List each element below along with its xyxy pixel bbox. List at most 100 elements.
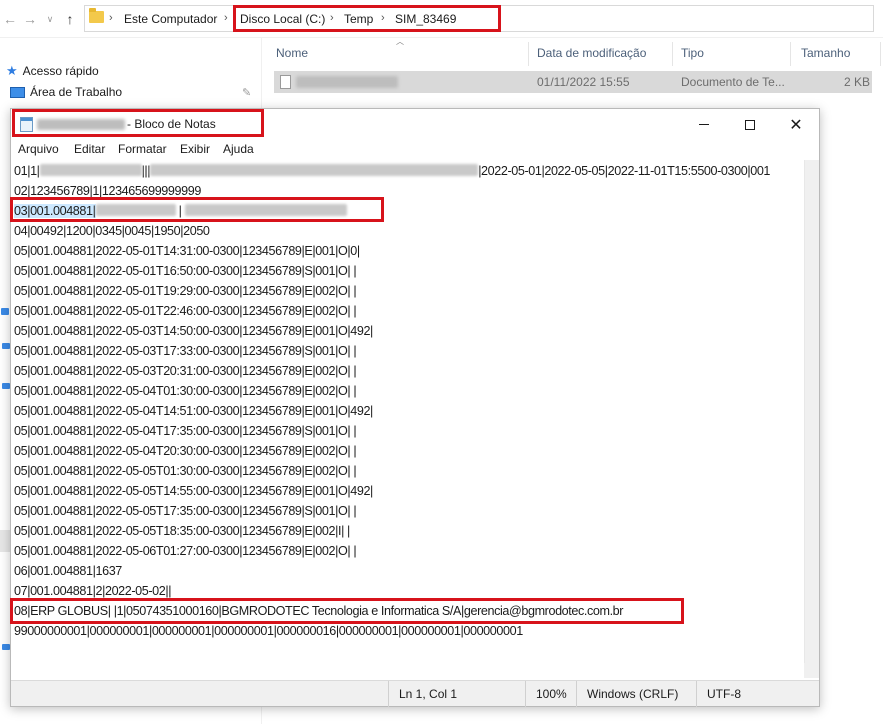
text-line: 03|001.004881| | xyxy=(14,201,347,221)
close-button[interactable]: ✕ xyxy=(773,109,819,140)
menu-arquivo[interactable]: Arquivo xyxy=(18,142,59,156)
menu-formatar[interactable]: Formatar xyxy=(118,142,167,156)
sidebar-item-area-de-trabalho[interactable]: Área de Trabalho xyxy=(10,85,122,99)
text-line: 07|001.004881|2|2022-05-02|| xyxy=(14,584,172,598)
menu-ajuda[interactable]: Ajuda xyxy=(223,142,254,156)
sort-ascending-icon: ︿ xyxy=(396,37,404,46)
text-line: 05|001.004881|2022-05-04T20:30:00-0300|1… xyxy=(14,444,357,458)
desktop-icon xyxy=(10,86,25,98)
address-bar: ← → ∨ ↑ › Este Computador › Disco Local … xyxy=(0,0,883,38)
cloud-icon xyxy=(1,308,9,315)
column-divider[interactable] xyxy=(672,42,673,66)
status-divider xyxy=(388,681,389,707)
up-arrow-icon[interactable]: ↑ xyxy=(62,10,78,28)
column-divider[interactable] xyxy=(880,42,881,66)
line-text: | xyxy=(175,204,185,218)
text-file-icon xyxy=(280,75,291,89)
column-header-tamanho[interactable]: Tamanho xyxy=(801,46,850,60)
breadcrumb-separator-icon[interactable]: › xyxy=(381,10,385,26)
vertical-scrollbar[interactable] xyxy=(804,160,819,664)
recent-chevron-icon[interactable]: ∨ xyxy=(42,10,58,28)
text-line: 99000000001|000000001|000000001|00000000… xyxy=(14,624,523,638)
status-position: Ln 1, Col 1 xyxy=(399,687,458,701)
text-line: 05|001.004881|2022-05-03T17:33:00-0300|1… xyxy=(14,344,357,358)
line-text: 01|1| xyxy=(14,164,40,178)
breadcrumb-sim-folder[interactable]: SIM_83469 xyxy=(395,11,456,27)
column-header-nome[interactable]: Nome xyxy=(276,46,308,60)
text-line: 05|001.004881|2022-05-05T01:30:00-0300|1… xyxy=(14,464,357,478)
redacted-text xyxy=(95,204,176,216)
folder-icon xyxy=(89,8,104,23)
column-divider[interactable] xyxy=(790,42,791,66)
sidebar-item-label: Área de Trabalho xyxy=(30,85,123,99)
text-line: 05|001.004881|2022-05-04T01:30:00-0300|1… xyxy=(14,384,357,398)
file-modified-date: 01/11/2022 15:55 xyxy=(537,75,630,89)
menu-editar[interactable]: Editar xyxy=(74,142,105,156)
redacted-text xyxy=(150,164,479,176)
breadcrumb-separator-icon[interactable]: › xyxy=(224,10,228,26)
file-type: Documento de Te... xyxy=(681,75,785,89)
minimize-button[interactable] xyxy=(681,109,727,140)
text-line: 05|001.004881|2022-05-01T19:29:00-0300|1… xyxy=(14,284,357,298)
menu-exibir[interactable]: Exibir xyxy=(180,142,210,156)
text-line: 05|001.004881|2022-05-06T01:27:00-0300|1… xyxy=(14,544,357,558)
sidebar-item-label: Acesso rápido xyxy=(22,64,99,78)
breadcrumb-separator-icon[interactable]: › xyxy=(330,10,334,26)
maximize-icon xyxy=(745,119,755,130)
notepad-title-bar[interactable]: - Bloco de Notas ✕ xyxy=(11,109,819,140)
redacted-text xyxy=(39,164,142,176)
network-icon xyxy=(2,644,10,650)
notepad-window: - Bloco de Notas ✕ Arquivo Editar Format… xyxy=(10,108,820,707)
redacted-file-name xyxy=(37,119,125,130)
breadcrumb-disco-local[interactable]: Disco Local (C:) xyxy=(240,11,325,27)
menu-bar: Arquivo Editar Formatar Exibir Ajuda xyxy=(11,140,819,159)
drive-icon xyxy=(2,383,10,389)
text-line: 05|001.004881|2022-05-05T18:35:00-0300|1… xyxy=(14,524,350,538)
text-line: 05|001.004881|2022-05-05T14:55:00-0300|1… xyxy=(14,484,373,498)
column-divider[interactable] xyxy=(528,42,529,66)
text-line: 05|001.004881|2022-05-01T22:46:00-0300|1… xyxy=(14,304,357,318)
text-line: 05|001.004881|2022-05-03T20:31:00-0300|1… xyxy=(14,364,357,378)
status-bar: Ln 1, Col 1 100% Windows (CRLF) UTF-8 xyxy=(11,680,819,707)
text-line: 05|001.004881|2022-05-04T17:35:00-0300|1… xyxy=(14,424,357,438)
address-box[interactable]: › Este Computador › Disco Local (C:) › T… xyxy=(84,5,874,32)
status-divider xyxy=(525,681,526,707)
text-line: 05|001.004881|2022-05-01T16:50:00-0300|1… xyxy=(14,264,357,278)
column-header-tipo[interactable]: Tipo xyxy=(681,46,704,60)
pin-icon[interactable]: ✎ xyxy=(242,86,251,99)
text-line: 02|123456789|1|123465699999999 xyxy=(14,184,201,198)
line-text: ||| xyxy=(141,164,151,178)
forward-arrow-icon[interactable]: → xyxy=(22,10,38,28)
text-line: 06|001.004881|1637 xyxy=(14,564,122,578)
breadcrumb-separator-icon: › xyxy=(109,12,113,24)
breadcrumb-este-computador[interactable]: Este Computador xyxy=(124,11,217,27)
star-icon: ★ xyxy=(6,63,18,78)
maximize-button[interactable] xyxy=(727,109,773,140)
column-header-data[interactable]: Data de modificação xyxy=(537,46,646,60)
close-icon: ✕ xyxy=(789,116,803,134)
text-line: 05|001.004881|2022-05-01T14:31:00-0300|1… xyxy=(14,244,360,258)
redacted-text xyxy=(184,204,347,216)
text-line: 05|001.004881|2022-05-04T14:51:00-0300|1… xyxy=(14,404,373,418)
selected-text: 03|001.004881| xyxy=(14,204,96,218)
text-line: 01|1| ||| |2022-05-01|2022-05-05|2022-11-0… xyxy=(14,161,770,181)
status-divider xyxy=(696,681,697,707)
notepad-icon xyxy=(20,117,33,132)
horizontal-scrollbar[interactable] xyxy=(11,663,804,678)
minimize-icon xyxy=(699,124,709,125)
computer-icon xyxy=(2,343,10,349)
file-list-header: ︿ Nome Data de modificação Tipo Tamanho xyxy=(272,37,883,68)
scrollbar-corner xyxy=(804,663,819,678)
notepad-title: - Bloco de Notas xyxy=(127,117,216,131)
status-divider xyxy=(576,681,577,707)
status-line-ending: Windows (CRLF) xyxy=(587,687,679,701)
status-encoding: UTF-8 xyxy=(707,687,741,701)
file-row[interactable]: 01/11/2022 15:55 Documento de Te... 2 KB xyxy=(274,71,872,93)
text-editor[interactable]: 01|1| ||| |2022-05-01|2022-05-05|2022-11-0… xyxy=(11,160,804,663)
breadcrumb-temp[interactable]: Temp xyxy=(344,11,373,27)
file-size: 2 KB xyxy=(844,75,871,89)
back-arrow-icon[interactable]: ← xyxy=(2,10,18,28)
sidebar-selected-item xyxy=(0,530,10,552)
text-line: 04|00492|1200|0345|0045|1950|2050 xyxy=(14,224,210,238)
sidebar-item-acesso-rapido[interactable]: ★ Acesso rápido xyxy=(6,63,99,79)
